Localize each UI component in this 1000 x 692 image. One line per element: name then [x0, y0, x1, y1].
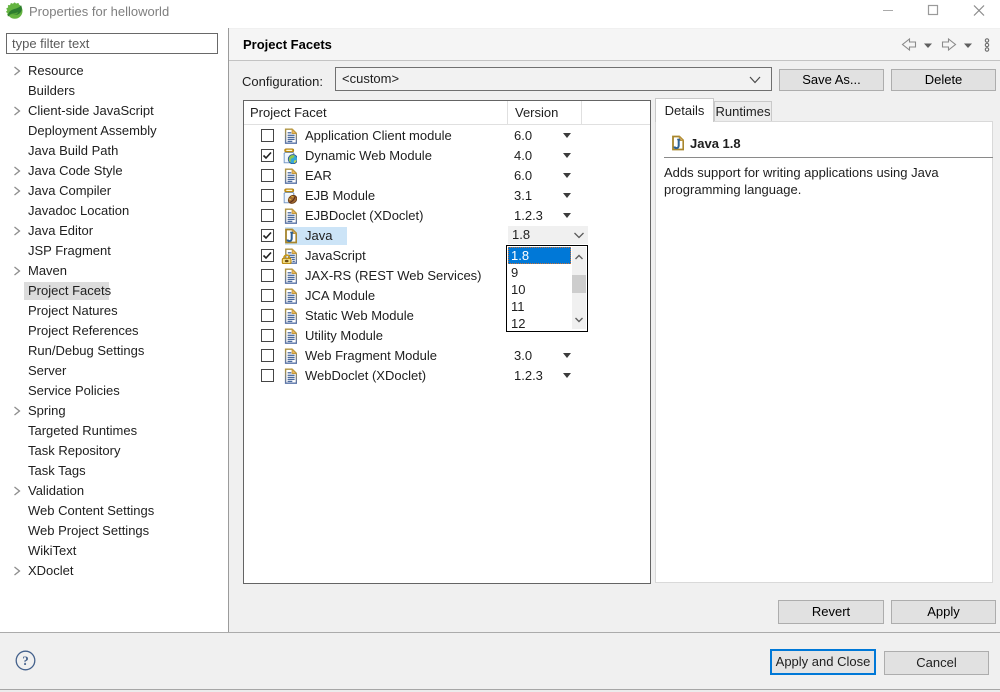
svg-text:?: ? [22, 653, 29, 668]
